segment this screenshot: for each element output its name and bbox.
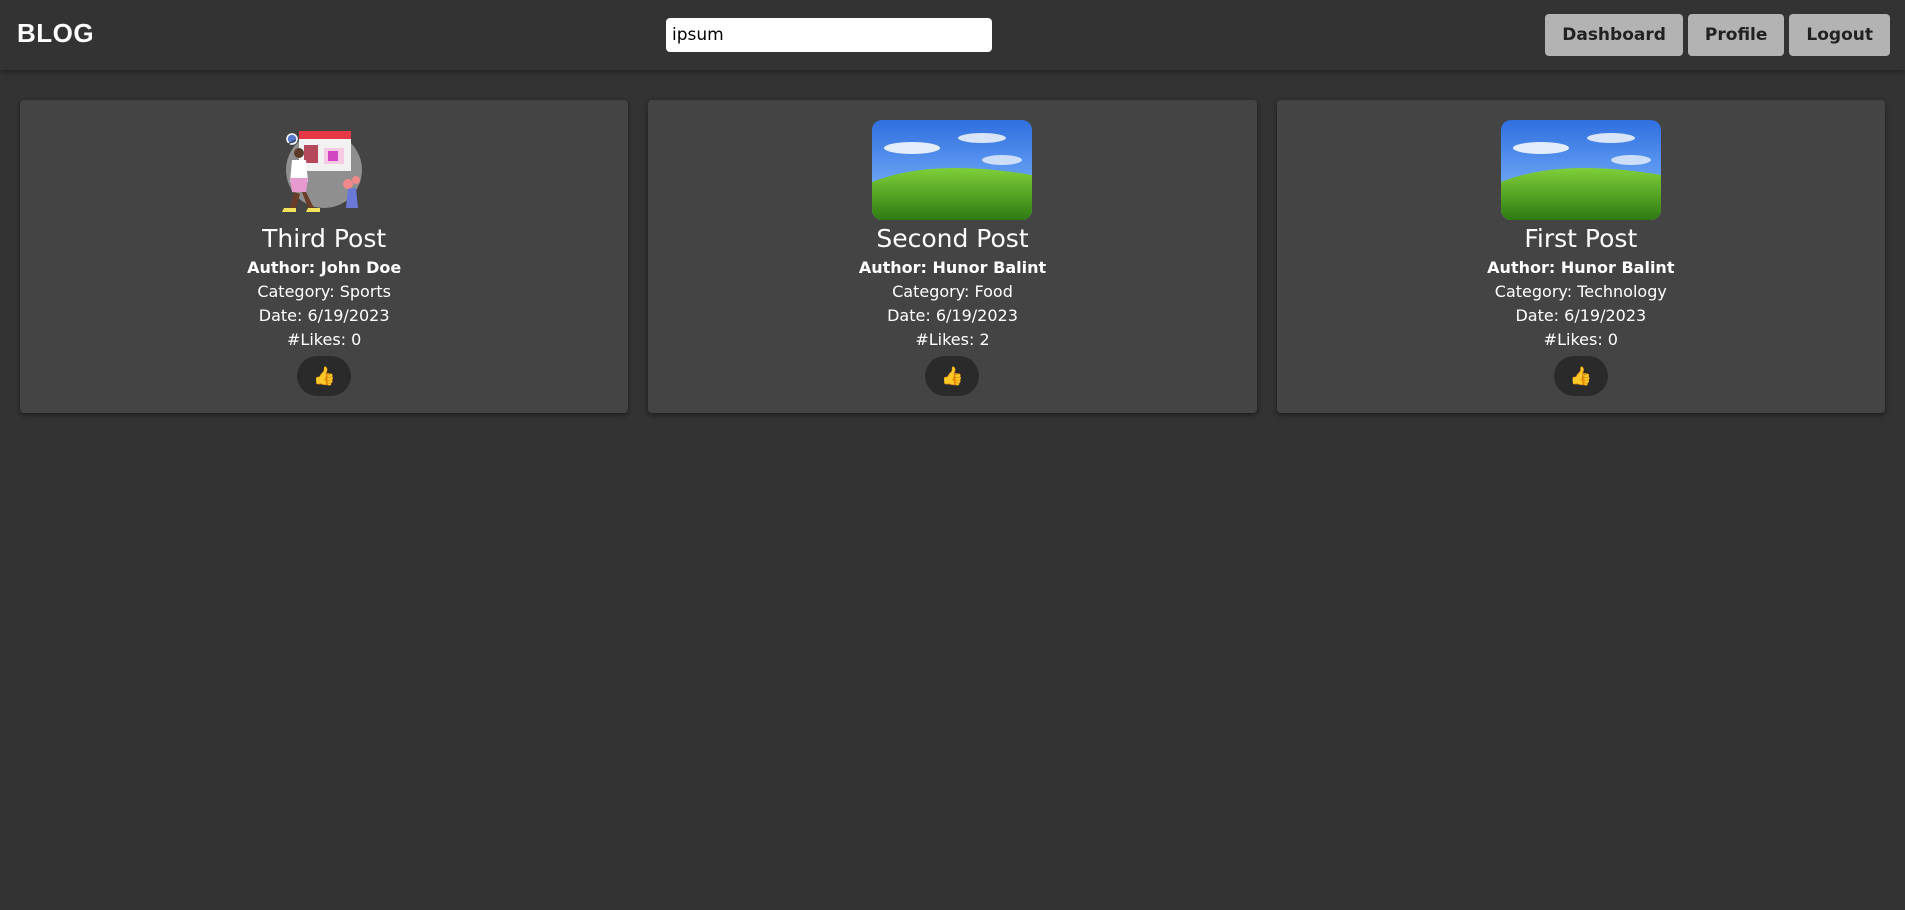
thumbs-up-icon: 👍 xyxy=(941,365,964,386)
post-likes: #Likes: 0 xyxy=(287,330,362,349)
like-button[interactable]: 👍 xyxy=(925,356,980,396)
like-button[interactable]: 👍 xyxy=(1553,356,1608,396)
post-title[interactable]: Third Post xyxy=(262,222,386,256)
top-navbar: BLOG Dashboard Profile Logout xyxy=(0,0,1905,70)
post-date: Date: 6/19/2023 xyxy=(258,306,390,325)
thumbs-up-icon: 👍 xyxy=(1569,365,1593,386)
post-category: Category: Food xyxy=(892,282,1013,301)
post-likes: #Likes: 0 xyxy=(1543,330,1618,349)
post-image xyxy=(244,120,405,220)
brand-logo[interactable]: BLOG xyxy=(17,18,94,49)
post-image xyxy=(872,120,1033,220)
dashboard-button[interactable]: Dashboard xyxy=(1545,14,1683,56)
post-list: Third Post Author: John Doe Category: Sp… xyxy=(20,100,1885,413)
profile-button[interactable]: Profile xyxy=(1687,14,1785,56)
post-date: Date: 6/19/2023 xyxy=(1515,306,1647,325)
post-card[interactable]: Second Post Author: Hunor Balint Categor… xyxy=(648,100,1257,413)
post-card[interactable]: First Post Author: Hunor Balint Category… xyxy=(1276,100,1885,413)
nav-buttons: Dashboard Profile Logout xyxy=(1545,14,1890,56)
post-likes: #Likes: 2 xyxy=(915,330,990,349)
logout-button[interactable]: Logout xyxy=(1789,14,1890,56)
search-input[interactable] xyxy=(666,18,992,52)
post-category: Category: Sports xyxy=(257,282,391,301)
post-category: Category: Technology xyxy=(1494,282,1667,301)
post-title[interactable]: Second Post xyxy=(876,222,1028,256)
post-author: Author: John Doe xyxy=(247,258,402,277)
like-button[interactable]: 👍 xyxy=(297,356,352,396)
post-image xyxy=(1500,120,1661,220)
post-card[interactable]: Third Post Author: John Doe Category: Sp… xyxy=(20,100,629,413)
post-author: Author: Hunor Balint xyxy=(1487,258,1675,277)
thumbs-up-icon: 👍 xyxy=(312,365,336,386)
post-author: Author: Hunor Balint xyxy=(858,258,1047,277)
post-title[interactable]: First Post xyxy=(1524,222,1637,256)
post-date: Date: 6/19/2023 xyxy=(887,306,1018,325)
